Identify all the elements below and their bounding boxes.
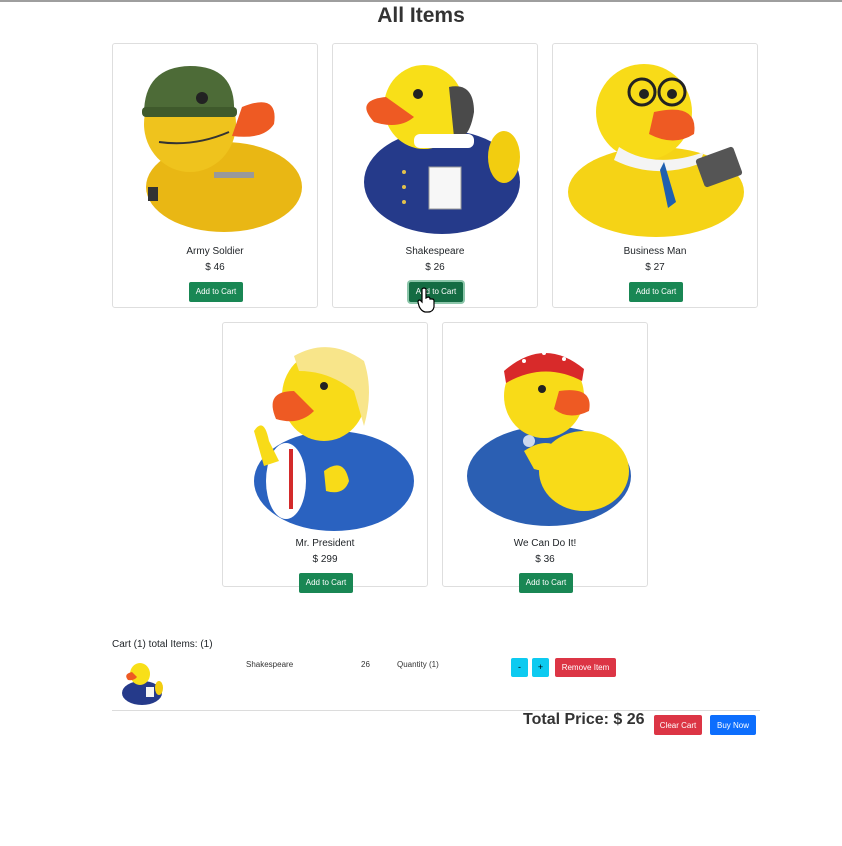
product-name: We Can Do It! [513, 538, 577, 549]
cart-item-thumbnail [122, 663, 163, 705]
product-card-business-man: Business Man $ 27 Add to Cart [552, 43, 758, 308]
increment-quantity-button[interactable]: + [532, 658, 549, 677]
remove-item-button[interactable]: Remove Item [555, 658, 616, 677]
product-price: $ 299 [312, 554, 338, 565]
add-to-cart-button[interactable]: Add to Cart [519, 573, 573, 593]
decrement-quantity-button[interactable]: - [511, 658, 528, 677]
product-price: $ 27 [645, 262, 665, 273]
mr-president-duck-image [254, 347, 414, 531]
clear-cart-button[interactable]: Clear Cart [654, 715, 702, 735]
cart-item-price: 26 [361, 660, 370, 669]
product-price: $ 36 [535, 554, 555, 565]
cart-divider [112, 710, 760, 711]
army-soldier-duck-image [142, 66, 302, 232]
product-card-shakespeare: Shakespeare $ 26 Add to Cart [332, 43, 538, 308]
we-can-do-it-duck-image [467, 351, 631, 526]
shakespeare-duck-image [364, 65, 520, 234]
product-card-mr-president: Mr. President $ 299 Add to Cart [222, 322, 428, 593]
product-name: Army Soldier [186, 246, 244, 257]
hand-pointer-cursor-icon [417, 287, 435, 313]
product-card-we-can-do-it: We Can Do It! $ 36 Add to Cart [442, 322, 648, 593]
business-man-duck-image [568, 64, 744, 237]
cart-item-name: Shakespeare [246, 660, 294, 669]
product-card-army-soldier: Army Soldier $ 46 Add to Cart [112, 43, 318, 308]
cart-item-quantity: Quantity (1) [397, 660, 439, 669]
add-to-cart-button[interactable]: Add to Cart [629, 282, 683, 302]
add-to-cart-button[interactable]: Add to Cart [299, 573, 353, 593]
product-price: $ 46 [205, 262, 225, 273]
product-name: Business Man [623, 246, 687, 257]
browser-top-edge [0, 0, 842, 2]
product-name: Mr. President [295, 538, 355, 549]
buy-now-button[interactable]: Buy Now [710, 715, 756, 735]
product-name: Shakespeare [405, 246, 465, 257]
cart-heading: Cart (1) total Items: (1) [112, 639, 213, 650]
product-price: $ 26 [425, 262, 445, 273]
total-price: Total Price: $ 26 [523, 711, 645, 728]
add-to-cart-button[interactable]: Add to Cart [189, 282, 243, 302]
page-title: All Items [377, 4, 465, 27]
